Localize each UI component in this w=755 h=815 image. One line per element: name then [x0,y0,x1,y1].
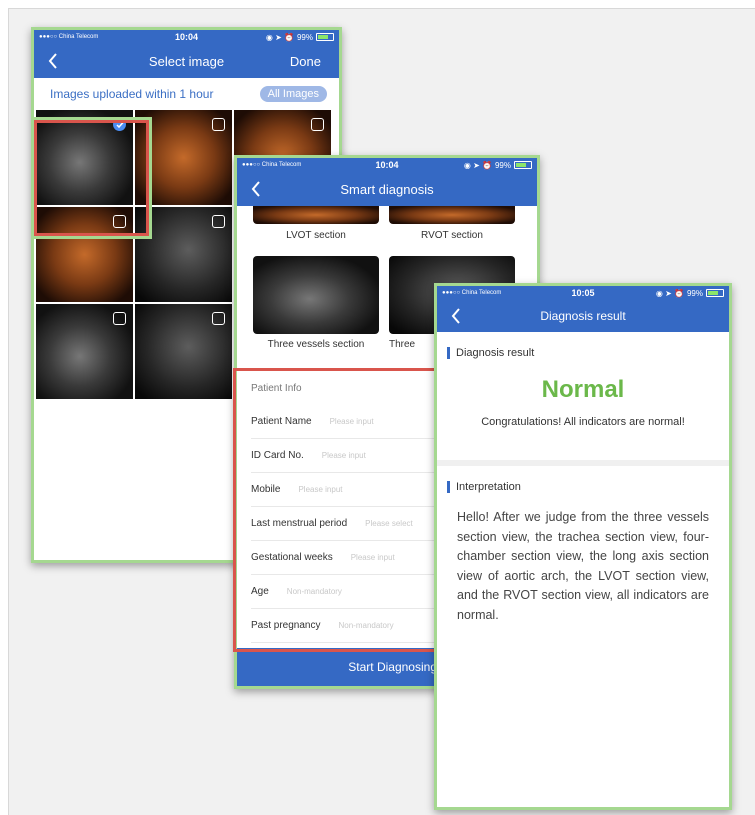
field-label: Mobile [251,484,281,495]
status-bar: ●●●○○ China Telecom 10:04 ◉ ➤ ⏰ 99% [237,158,537,172]
image-thumbnail[interactable] [36,207,133,302]
field-placeholder: Please input [329,417,374,426]
section-label: LVOT section [286,230,346,241]
page-title: Diagnosis result [540,309,626,323]
status-bar: ●●●○○ China Telecom 10:04 ◉ ➤ ⏰ 99% [34,30,339,44]
all-images-button[interactable]: All Images [259,86,327,102]
diagnosis-result-screen: ●●●○○ China Telecom 10:05 ◉ ➤ ⏰ 99% Diag… [434,283,732,810]
back-button[interactable] [40,48,66,74]
field-label: Past pregnancy [251,620,321,631]
field-placeholder: Please input [298,485,343,494]
lvot-section-image[interactable] [253,206,379,224]
image-thumbnail[interactable] [36,304,133,399]
field-placeholder: Non-mandatory [286,587,342,596]
filter-row: Images uploaded within 1 hour All Images [34,78,339,110]
back-button[interactable] [443,303,469,329]
image-thumbnail[interactable] [135,110,232,205]
three-vessels-section-image[interactable] [253,256,379,334]
page-title: Smart diagnosis [340,181,434,197]
interpretation-heading-label: Interpretation [456,481,521,493]
status-right: ◉ ➤ ⏰ 99% [266,33,334,42]
field-label: Patient Name [251,416,312,427]
image-thumbnail[interactable] [135,207,232,302]
image-thumbnail[interactable] [36,110,133,205]
field-placeholder: Non-mandatory [338,621,394,630]
section-label: RVOT section [421,230,483,241]
section-label: Three vessels section [267,339,365,350]
status-bar: ●●●○○ China Telecom 10:05 ◉ ➤ ⏰ 99% [437,286,729,300]
interpretation-text: Hello! After we judge from the three ves… [457,510,709,622]
checkbox-icon[interactable] [212,118,225,131]
battery-icon [316,33,334,41]
battery-icon [514,161,532,169]
chevron-left-icon [451,308,460,324]
section-label: Three [389,339,416,350]
nav-bar: Select image Done [34,44,339,78]
battery-icon [706,289,724,297]
field-label: ID Card No. [251,450,304,461]
image-thumbnail[interactable] [135,304,232,399]
status-icons: ◉ ➤ ⏰ [655,288,684,298]
result-heading-label: Diagnosis result [456,347,535,359]
battery-percent: 99% [296,32,313,42]
status-icons: ◉ ➤ ⏰ [463,160,492,170]
field-placeholder: Please input [350,553,395,562]
status-icons: ◉ ➤ ⏰ [265,32,294,42]
chevron-left-icon [251,181,260,197]
congrats-message: Congratulations! All indicators are norm… [481,416,685,428]
back-button[interactable] [243,176,269,202]
done-button[interactable]: Done [290,54,321,69]
filter-label: Images uploaded within 1 hour [50,87,214,101]
rvot-section-image[interactable] [389,206,515,224]
status-right: ◉ ➤ ⏰ 99% [464,161,532,170]
battery-percent: 99% [494,160,511,170]
field-label: Age [251,586,269,597]
result-section-heading: Diagnosis result [437,340,729,366]
checkbox-icon[interactable] [113,215,126,228]
checkbox-icon[interactable] [311,118,324,131]
checkbox-icon[interactable] [212,312,225,325]
result-value: Normal [541,376,625,403]
field-label: Gestational weeks [251,552,333,563]
section-bar-icon [447,481,450,493]
field-placeholder: Please input [321,451,366,460]
field-label: Last menstrual period [251,518,348,529]
checked-icon[interactable] [113,118,126,131]
section-bar-icon [447,347,450,359]
nav-bar: Diagnosis result [437,300,729,332]
chevron-left-icon [48,53,57,69]
checkbox-icon[interactable] [113,312,126,325]
status-right: ◉ ➤ ⏰ 99% [656,289,724,298]
interpretation-section-heading: Interpretation [437,474,729,500]
battery-percent: 99% [686,288,703,298]
nav-bar: Smart diagnosis [237,172,537,206]
section-divider [437,460,729,466]
checkbox-icon[interactable] [212,215,225,228]
field-placeholder: Please select [365,519,413,528]
